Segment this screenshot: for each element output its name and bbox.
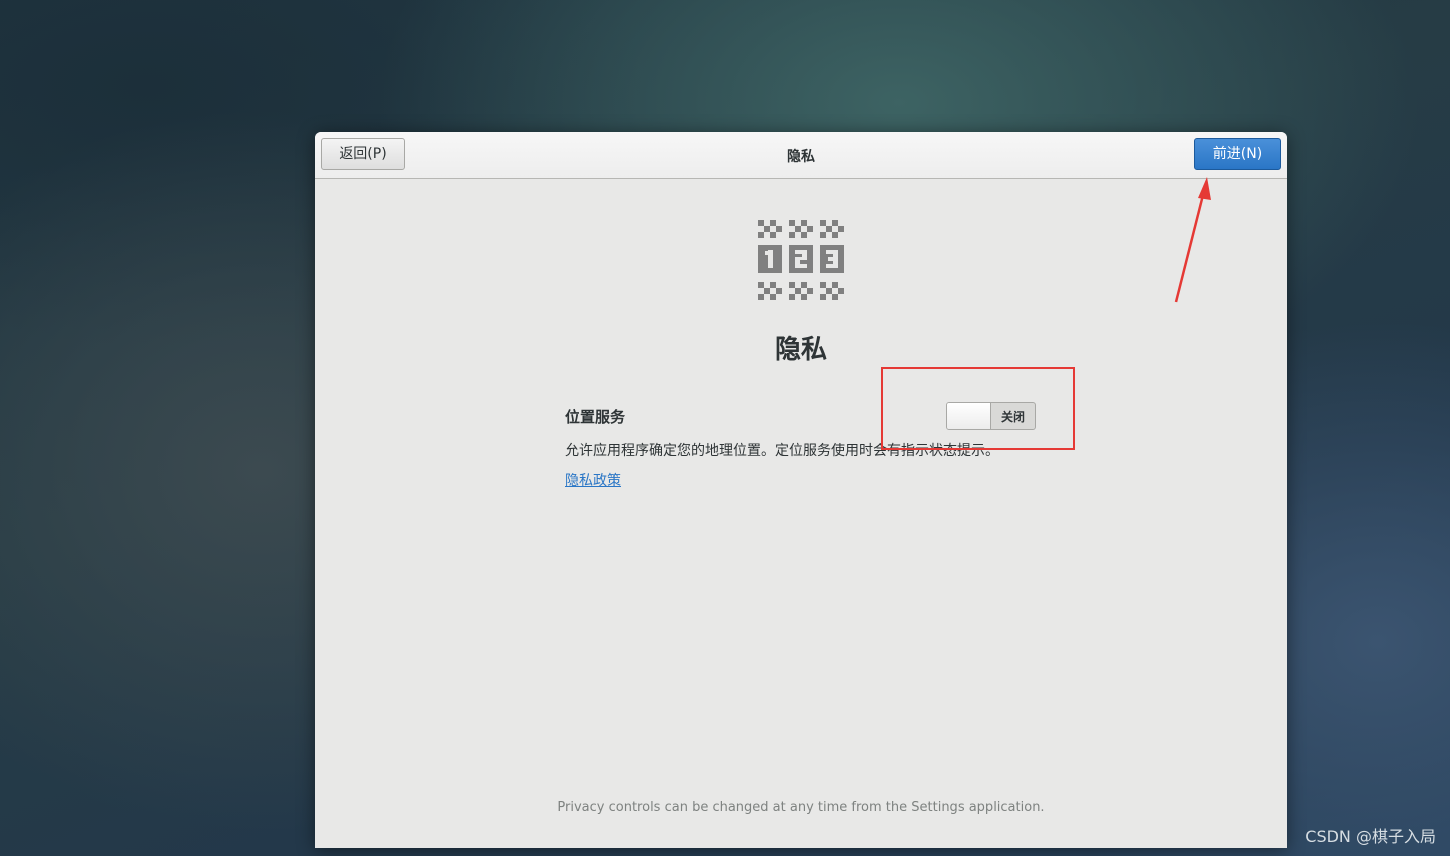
annotation-highlight-box <box>881 367 1075 450</box>
privacy-123-icon <box>758 220 844 300</box>
page-heading: 隐私 <box>774 335 827 365</box>
header-title: 隐私 <box>787 149 815 165</box>
header-bar: 返回(P) 隐私 前进(N) <box>315 132 1287 179</box>
next-button[interactable]: 前进(N) <box>1194 138 1281 170</box>
watermark: CSDN @棋子入局 <box>1305 827 1436 846</box>
footer-note: Privacy controls can be changed at any t… <box>557 800 1045 815</box>
location-services-title: 位置服务 <box>565 408 626 426</box>
privacy-policy-link[interactable]: 隐私政策 <box>565 470 621 490</box>
privacy-dialog-window: 返回(P) 隐私 前进(N) 隐私 位置服务 关闭 允许应用程序确定您的地理位置… <box>315 132 1287 848</box>
